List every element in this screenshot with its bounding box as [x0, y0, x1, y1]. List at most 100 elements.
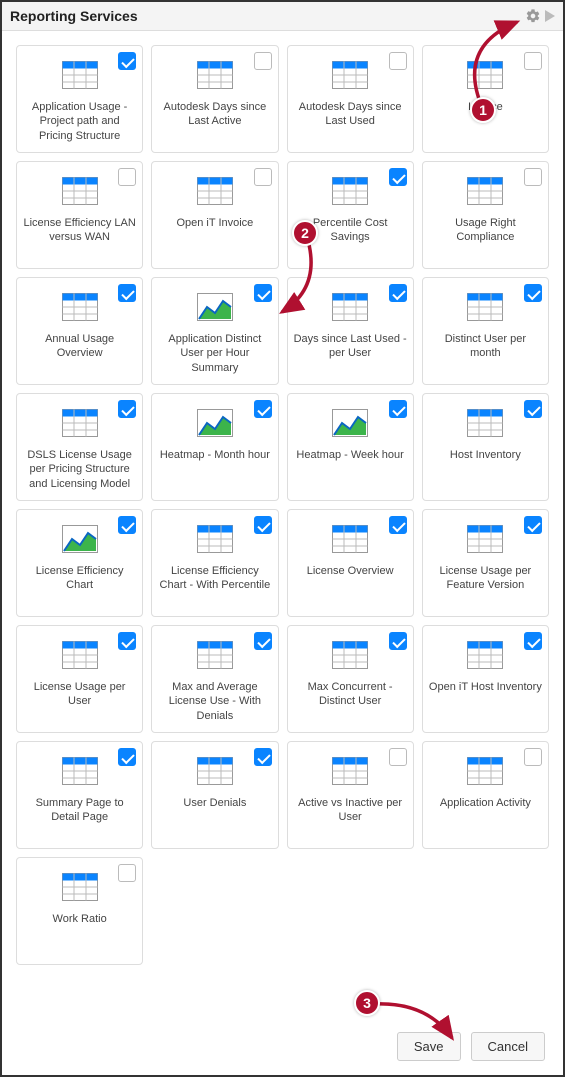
- tile-checkbox[interactable]: [524, 748, 542, 766]
- table-icon: [332, 288, 368, 326]
- tile-checkbox[interactable]: [389, 400, 407, 418]
- report-tile[interactable]: Application Activity: [422, 741, 549, 849]
- tile-checkbox[interactable]: [389, 52, 407, 70]
- report-tile[interactable]: Heatmap - Week hour: [287, 393, 414, 501]
- table-icon: [467, 752, 503, 790]
- table-icon: [62, 636, 98, 674]
- tile-label: Application Activity: [440, 796, 531, 810]
- table-icon: [467, 172, 503, 210]
- tile-label: Open iT Host Inventory: [429, 680, 542, 694]
- table-icon: [467, 404, 503, 442]
- table-icon: [197, 636, 233, 674]
- tile-checkbox[interactable]: [118, 748, 136, 766]
- report-tile[interactable]: License Overview: [287, 509, 414, 617]
- chart-icon: [332, 404, 368, 442]
- report-tile[interactable]: Days since Last Used - per User: [287, 277, 414, 385]
- tile-label: User Denials: [183, 796, 246, 810]
- report-tile[interactable]: Summary Page to Detail Page: [16, 741, 143, 849]
- tile-label: License Efficiency LAN versus WAN: [23, 216, 136, 245]
- panel-header: Reporting Services: [2, 2, 563, 31]
- report-tile[interactable]: License Usage per User: [16, 625, 143, 733]
- tile-checkbox[interactable]: [389, 168, 407, 186]
- tile-checkbox[interactable]: [524, 400, 542, 418]
- tile-checkbox[interactable]: [254, 52, 272, 70]
- report-tile[interactable]: Heatmap - Month hour: [151, 393, 278, 501]
- tile-checkbox[interactable]: [524, 284, 542, 302]
- tile-label: Usage Right Compliance: [429, 216, 542, 245]
- report-tile[interactable]: License Efficiency Chart - With Percenti…: [151, 509, 278, 617]
- report-tile[interactable]: License Efficiency LAN versus WAN: [16, 161, 143, 269]
- annotation-badge-2: 2: [292, 220, 318, 246]
- tile-checkbox[interactable]: [254, 400, 272, 418]
- report-tile[interactable]: DSLS License Usage per Pricing Structure…: [16, 393, 143, 501]
- report-tile[interactable]: Application Distinct User per Hour Summa…: [151, 277, 278, 385]
- tile-checkbox[interactable]: [254, 748, 272, 766]
- tile-label: Application Distinct User per Hour Summa…: [158, 332, 271, 375]
- chart-icon: [197, 288, 233, 326]
- tile-checkbox[interactable]: [254, 168, 272, 186]
- table-icon: [467, 56, 503, 94]
- report-tile[interactable]: Work Ratio: [16, 857, 143, 965]
- tile-checkbox[interactable]: [118, 284, 136, 302]
- report-tile[interactable]: Max and Average License Use - With Denia…: [151, 625, 278, 733]
- tile-label: Heatmap - Month hour: [160, 448, 270, 462]
- table-icon: [332, 172, 368, 210]
- tile-checkbox[interactable]: [118, 632, 136, 650]
- tile-label: Heatmap - Week hour: [296, 448, 403, 462]
- report-tile[interactable]: Autodesk Days since Last Active: [151, 45, 278, 153]
- tile-checkbox[interactable]: [389, 516, 407, 534]
- tile-checkbox[interactable]: [254, 632, 272, 650]
- table-icon: [62, 752, 98, 790]
- tile-checkbox[interactable]: [524, 632, 542, 650]
- footer-buttons: Save Cancel: [397, 1032, 545, 1061]
- table-icon: [197, 520, 233, 558]
- tile-checkbox[interactable]: [118, 52, 136, 70]
- report-tile[interactable]: License Efficiency Chart: [16, 509, 143, 617]
- tile-checkbox[interactable]: [389, 632, 407, 650]
- tile-checkbox[interactable]: [118, 864, 136, 882]
- cancel-button[interactable]: Cancel: [471, 1032, 545, 1061]
- tile-checkbox[interactable]: [524, 516, 542, 534]
- save-button[interactable]: Save: [397, 1032, 461, 1061]
- tile-label: Autodesk Days since Last Used: [294, 100, 407, 129]
- report-tile[interactable]: Open iT Host Inventory: [422, 625, 549, 733]
- table-icon: [62, 56, 98, 94]
- tile-label: Work Ratio: [53, 912, 107, 926]
- report-tile[interactable]: Open iT Invoice: [151, 161, 278, 269]
- tile-checkbox[interactable]: [524, 168, 542, 186]
- chart-icon: [62, 520, 98, 558]
- report-tile[interactable]: Usage Right Compliance: [422, 161, 549, 269]
- report-tile[interactable]: Annual Usage Overview: [16, 277, 143, 385]
- tile-checkbox[interactable]: [118, 168, 136, 186]
- report-tile[interactable]: Active vs Inactive per User: [287, 741, 414, 849]
- report-tile[interactable]: Application Usage - Project path and Pri…: [16, 45, 143, 153]
- table-icon: [332, 520, 368, 558]
- tile-label: Max and Average License Use - With Denia…: [158, 680, 271, 723]
- gear-icon[interactable]: [525, 8, 541, 24]
- tile-checkbox[interactable]: [118, 400, 136, 418]
- tile-label: Max Concurrent - Distinct User: [294, 680, 407, 709]
- tile-checkbox[interactable]: [254, 284, 272, 302]
- table-icon: [62, 288, 98, 326]
- play-icon[interactable]: [545, 10, 555, 22]
- tile-label: Application Usage - Project path and Pri…: [23, 100, 136, 143]
- report-tile[interactable]: Distinct User per month: [422, 277, 549, 385]
- table-icon: [62, 172, 98, 210]
- tile-checkbox[interactable]: [118, 516, 136, 534]
- report-tile[interactable]: User Denials: [151, 741, 278, 849]
- tile-label: License Efficiency Chart: [23, 564, 136, 593]
- tile-checkbox[interactable]: [389, 748, 407, 766]
- tile-checkbox[interactable]: [389, 284, 407, 302]
- report-tile[interactable]: License Usage per Feature Version: [422, 509, 549, 617]
- report-tile[interactable]: Percentile Cost Savings: [287, 161, 414, 269]
- report-tile[interactable]: Host Inventory: [422, 393, 549, 501]
- tile-checkbox[interactable]: [254, 516, 272, 534]
- tile-label: Annual Usage Overview: [23, 332, 136, 361]
- tile-label: DSLS License Usage per Pricing Structure…: [23, 448, 136, 491]
- tile-checkbox[interactable]: [524, 52, 542, 70]
- report-tile[interactable]: Autodesk Days since Last Used: [287, 45, 414, 153]
- tile-label: License Usage per User: [23, 680, 136, 709]
- report-tile[interactable]: Max Concurrent - Distinct User: [287, 625, 414, 733]
- table-icon: [62, 868, 98, 906]
- tile-label: License Overview: [307, 564, 394, 578]
